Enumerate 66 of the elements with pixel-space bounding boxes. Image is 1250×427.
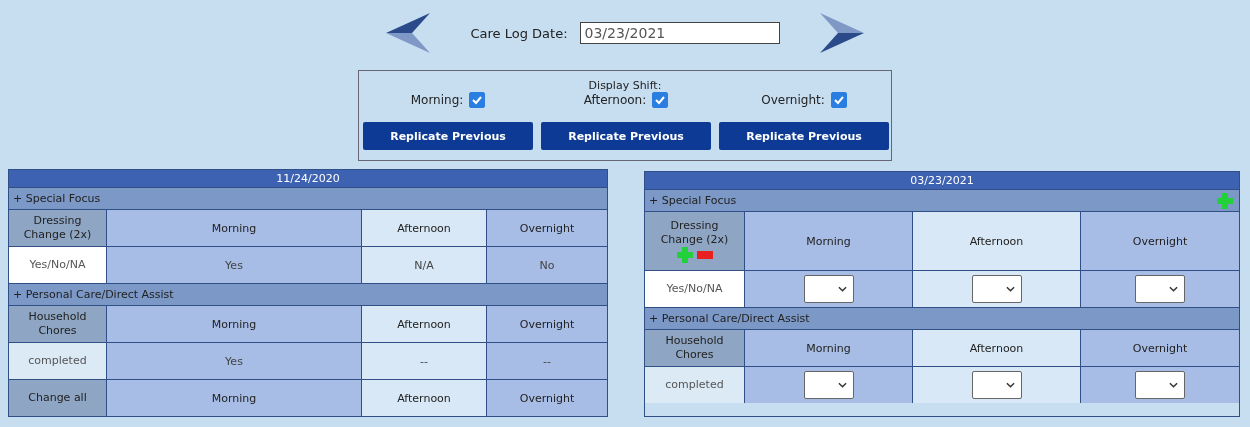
- shift-label: Morning:: [410, 93, 464, 107]
- replicate-previous-button[interactable]: Replicate Previous: [363, 122, 533, 150]
- value-cell: --: [486, 343, 607, 379]
- shift-column-header: Afternoon: [361, 306, 486, 342]
- value-dropdown[interactable]: [971, 371, 1022, 399]
- date-label: Care Log Date:: [470, 25, 568, 41]
- previous-arrow-icon[interactable]: [386, 13, 431, 53]
- value-cell: N/A: [361, 247, 486, 283]
- shift-column-header: Morning: [106, 380, 361, 416]
- shift-column-header: Morning: [744, 330, 912, 366]
- section-header[interactable]: + Special Focus: [645, 189, 1239, 211]
- shift-column-header: Morning: [744, 212, 912, 270]
- date-input-field[interactable]: 03/23/2021: [579, 22, 780, 44]
- chevron-down-icon: [837, 286, 847, 292]
- shift-checkbox[interactable]: [652, 92, 669, 108]
- value-dropdown[interactable]: [1135, 275, 1185, 303]
- shift-column-header: Afternoon: [912, 212, 1080, 270]
- item-label: Household Chores: [664, 334, 725, 362]
- log-date-header: 03/23/2021: [645, 172, 1239, 189]
- item-label: Household Chores: [27, 310, 88, 338]
- replicate-previous-button[interactable]: Replicate Previous: [719, 122, 889, 150]
- item-label: Dressing Change (2x): [22, 214, 93, 242]
- log-date-header: 11/24/2020: [9, 170, 607, 187]
- value-cell: No: [486, 247, 607, 283]
- value-label-cell: Yes/No/NA: [9, 247, 106, 283]
- item-label: Change all: [28, 391, 87, 405]
- section-header[interactable]: + Special Focus: [9, 187, 607, 209]
- section-header[interactable]: + Personal Care/Direct Assist: [9, 283, 607, 305]
- shift-column-header: Overnight: [486, 380, 607, 416]
- next-arrow-icon[interactable]: [819, 13, 864, 53]
- chevron-down-icon: [1005, 382, 1015, 388]
- value-label-cell: Yes/No/NA: [645, 271, 744, 307]
- shift-column-header: Overnight: [1080, 330, 1239, 366]
- shift-column-header: Afternoon: [912, 330, 1080, 366]
- shift-column-header: Morning: [106, 210, 361, 246]
- value-cell: --: [361, 343, 486, 379]
- item-label: Dressing Change (2x): [659, 219, 730, 247]
- shift-checkbox[interactable]: [469, 92, 486, 108]
- value-cell: Yes: [106, 247, 361, 283]
- shift-column-header: Overnight: [1080, 212, 1239, 270]
- display-shift-title: Display Shift:: [588, 79, 662, 92]
- shift-label: Overnight:: [761, 93, 825, 107]
- chevron-down-icon: [1169, 382, 1178, 388]
- chevron-down-icon: [1169, 286, 1178, 292]
- shift-column-header: Overnight: [486, 210, 607, 246]
- shift-column-header: Afternoon: [361, 380, 486, 416]
- chevron-down-icon: [837, 382, 847, 388]
- value-dropdown[interactable]: [1135, 371, 1185, 399]
- section-title: + Personal Care/Direct Assist: [13, 288, 174, 301]
- value-label-cell: completed: [645, 367, 744, 403]
- value-dropdown[interactable]: [803, 371, 854, 399]
- value-label-cell: completed: [9, 343, 106, 379]
- value-dropdown[interactable]: [803, 275, 854, 303]
- shift-label: Afternoon:: [583, 93, 647, 107]
- value-dropdown[interactable]: [971, 275, 1022, 303]
- chevron-down-icon: [1005, 286, 1015, 292]
- section-title: + Personal Care/Direct Assist: [649, 312, 810, 325]
- shift-column-header: Afternoon: [361, 210, 486, 246]
- section-header[interactable]: + Personal Care/Direct Assist: [645, 307, 1239, 329]
- replicate-previous-button[interactable]: Replicate Previous: [541, 122, 711, 150]
- shift-checkbox[interactable]: [830, 92, 847, 108]
- shift-column-header: Morning: [106, 306, 361, 342]
- section-title: + Special Focus: [649, 194, 737, 207]
- section-title: + Special Focus: [13, 192, 101, 205]
- shift-column-header: Overnight: [486, 306, 607, 342]
- value-cell: Yes: [106, 343, 361, 379]
